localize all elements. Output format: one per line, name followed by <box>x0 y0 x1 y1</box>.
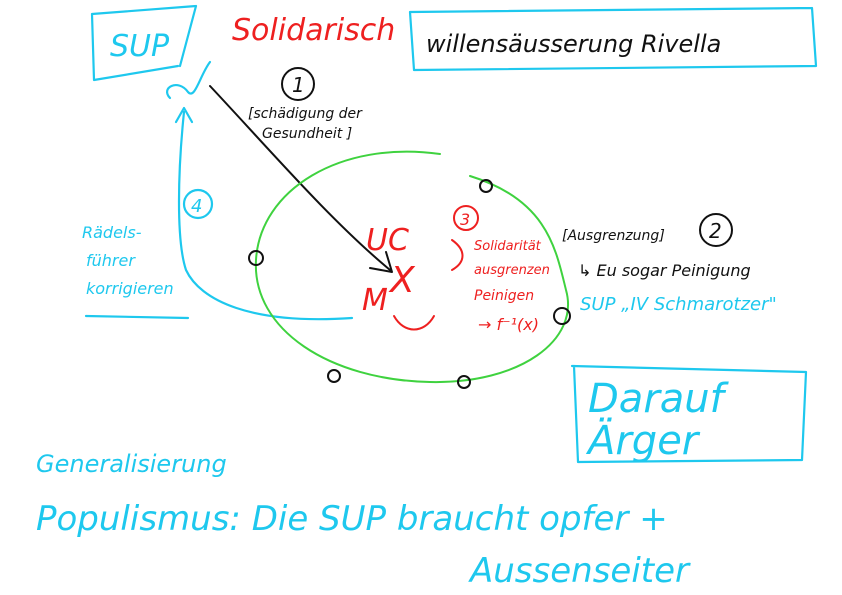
darauf-box: Darauf Ärger <box>570 364 808 464</box>
center-uc: UC <box>366 223 409 258</box>
step3-number: 3 <box>460 210 470 229</box>
willensaeusserung-box: willensäusserung Rivella <box>408 6 818 72</box>
raedelsfuehrer-line2: führer <box>86 251 136 270</box>
solidarisch-text: Solidarisch <box>232 13 395 48</box>
step4-number: 4 <box>191 196 202 217</box>
member-dot <box>327 369 341 383</box>
step2: [Ausgrenzung] 2 ↳ Eu sogar Peinigung <box>562 213 751 280</box>
sup-schmarotzer-text: SUP „IV Schmarotzer" <box>580 294 777 315</box>
sup-box: SUP <box>90 4 198 82</box>
step2-line2: ↳ Eu sogar Peinigung <box>578 261 751 280</box>
center-symbols: UC X M <box>362 223 464 331</box>
generalisierung-text: Generalisierung <box>36 450 227 478</box>
step3-line3: Peinigen <box>474 288 534 304</box>
member-dot <box>457 375 471 389</box>
step3-line4: → f⁻¹(x) <box>478 315 539 334</box>
step3-line1: Solidarität <box>474 239 542 254</box>
step1-label-line2: Gesundheit ] <box>262 126 352 142</box>
step3-line2: ausgrenzen <box>474 263 550 278</box>
step1: 1 [schädigung der Gesundheit ] <box>248 67 363 142</box>
raedelsfuehrer-line3: korrigieren <box>86 279 174 298</box>
darauf-line1: Darauf <box>588 376 730 422</box>
populismus-line1: Populismus: Die SUP braucht opfer + <box>36 499 668 539</box>
step2-label: [Ausgrenzung] <box>562 228 665 244</box>
center-x: X <box>388 260 416 301</box>
darauf-line2: Ärger <box>585 416 701 464</box>
step1-label-line1: [schädigung der <box>248 106 363 122</box>
loop-arrow-4: 4 <box>166 60 354 321</box>
center-m: M <box>362 283 388 318</box>
step2-number: 2 <box>709 219 722 243</box>
step1-number: 1 <box>292 73 305 97</box>
sup-box-label: SUP <box>110 29 170 64</box>
whiteboard: SUP Solidarisch willensäusserung Rivella… <box>36 4 818 591</box>
willensaeusserung-text: willensäusserung Rivella <box>426 30 721 58</box>
raedelsfuehrer-line1: Rädels- <box>82 223 142 242</box>
raedelsfuehrer-note: Rädels- führer korrigieren <box>82 223 190 320</box>
step3: 3 Solidarität ausgrenzen Peinigen → f⁻¹(… <box>453 205 550 334</box>
populismus-line2: Aussenseiter <box>468 551 691 591</box>
